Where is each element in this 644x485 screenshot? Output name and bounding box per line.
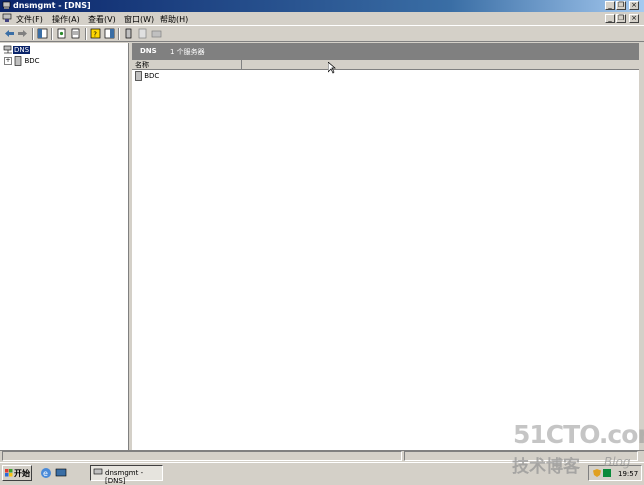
forward-icon[interactable] xyxy=(17,28,28,39)
taskbar-button-label: dnsmgmt - [DNS] xyxy=(105,469,144,485)
restore-button[interactable]: ❐ xyxy=(616,1,626,10)
vertical-scrollbar[interactable] xyxy=(639,43,644,450)
inner-close-button[interactable]: × xyxy=(629,14,639,23)
toolbar-separator xyxy=(51,28,53,40)
toolbar: ? xyxy=(0,25,644,42)
tree-label-dns: DNS xyxy=(13,46,31,54)
list-item[interactable]: BDC xyxy=(135,71,159,81)
details-title: DNS xyxy=(140,47,157,55)
v-icon[interactable] xyxy=(603,469,611,477)
taskbar-button[interactable]: dnsmgmt - [DNS] xyxy=(90,465,163,485)
server-icon[interactable] xyxy=(123,28,134,39)
svg-text:?: ? xyxy=(93,31,97,39)
back-icon[interactable] xyxy=(4,28,15,39)
server-icon xyxy=(135,71,142,81)
details-pane[interactable] xyxy=(132,43,639,450)
watermark: 51CTO.com xyxy=(513,420,644,449)
start-button[interactable]: 开始 xyxy=(2,465,32,481)
toolbar-separator xyxy=(118,28,120,40)
dns-icon xyxy=(3,45,12,54)
server-icon xyxy=(14,56,22,66)
console-tree[interactable]: DNS + BDC xyxy=(0,43,129,450)
tree-node-bdc[interactable]: + BDC xyxy=(4,56,40,66)
tree-node-dns[interactable]: DNS xyxy=(3,45,31,55)
folder-icon[interactable] xyxy=(151,28,162,39)
menu-bar: 文件(F) 操作(A) 查看(V) 窗口(W) 帮助(H) xyxy=(0,12,644,25)
clock[interactable]: 19:57 xyxy=(618,470,638,478)
menu-window[interactable]: 窗口(W) xyxy=(124,14,154,25)
app-icon xyxy=(2,1,11,9)
export-list-icon[interactable] xyxy=(70,28,81,39)
menu-help[interactable]: 帮助(H) xyxy=(160,14,188,25)
console-icon[interactable] xyxy=(2,13,12,23)
list-item-label: BDC xyxy=(144,72,160,80)
minimize-button[interactable]: _ xyxy=(605,1,615,10)
list-icon[interactable] xyxy=(137,28,148,39)
status-cell xyxy=(2,451,402,461)
details-count: 1 个服务器 xyxy=(170,48,205,56)
tree-label-bdc: BDC xyxy=(24,57,40,65)
menu-view[interactable]: 查看(V) xyxy=(88,14,116,25)
column-name[interactable]: 名称 xyxy=(132,60,242,70)
shield-icon[interactable] xyxy=(593,469,601,477)
column-header: 名称 xyxy=(132,60,639,70)
cursor-icon xyxy=(328,62,336,74)
details-header: DNS 1 个服务器 xyxy=(132,43,639,60)
console-icon xyxy=(93,468,103,475)
start-label: 开始 xyxy=(14,469,30,478)
close-button[interactable]: × xyxy=(629,1,639,10)
toolbar-separator xyxy=(32,28,34,40)
title-bar: dnsmgmt - [DNS] xyxy=(0,0,644,12)
menu-file[interactable]: 文件(F) xyxy=(16,14,43,25)
svg-text:e: e xyxy=(43,469,48,478)
watermark: Blog xyxy=(604,455,631,469)
show-hide-action-pane-icon[interactable] xyxy=(104,28,115,39)
windows-logo-icon xyxy=(5,469,13,477)
show-hide-console-tree-icon[interactable] xyxy=(37,28,48,39)
ie-icon[interactable]: e xyxy=(40,467,52,479)
inner-restore-button[interactable]: ❐ xyxy=(616,14,626,23)
expand-icon[interactable]: + xyxy=(4,57,12,65)
inner-minimize-button[interactable]: _ xyxy=(605,14,615,23)
watermark: 技术博客 xyxy=(512,457,580,477)
window-title: dnsmgmt - [DNS] xyxy=(13,1,91,10)
menu-action[interactable]: 操作(A) xyxy=(52,14,80,25)
properties-icon[interactable] xyxy=(56,28,67,39)
help-icon[interactable]: ? xyxy=(90,28,101,39)
desktop-icon[interactable] xyxy=(55,467,67,479)
toolbar-separator xyxy=(85,28,87,40)
